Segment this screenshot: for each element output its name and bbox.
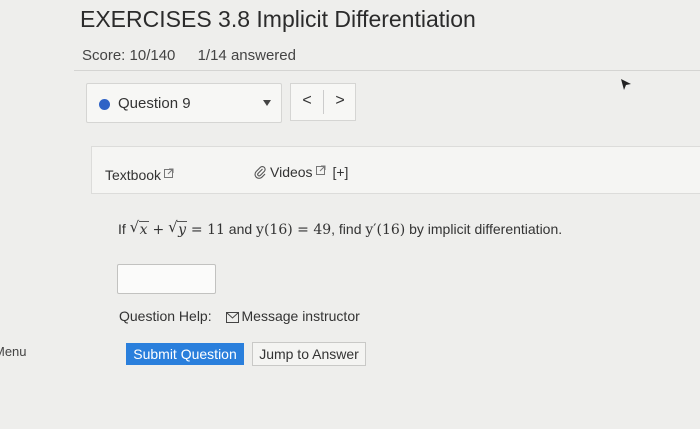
sqrt-x: √ x <box>129 218 149 238</box>
menu-label: Menu <box>0 344 27 359</box>
textbook-link[interactable]: Textbook <box>105 167 174 183</box>
external-link-icon <box>315 165 326 175</box>
score-line: Score: 10/140 1/14 answered <box>82 47 296 64</box>
problem-text-rest: by implicit differentiation. <box>409 221 563 237</box>
answered-count: 1/14 answered <box>197 47 296 64</box>
menu-tab[interactable]: Menu <box>0 344 27 359</box>
problem-text-find: , find <box>331 221 362 237</box>
problem-text-if: If <box>118 221 126 237</box>
previous-question-button[interactable]: < <box>291 84 323 120</box>
submit-question-button[interactable]: Submit Question <box>126 343 244 365</box>
videos-link-label: Videos <box>270 164 313 180</box>
answer-input[interactable] <box>117 264 216 294</box>
videos-link[interactable]: Videos [+] <box>254 164 348 180</box>
sqrt-x-var: x <box>138 221 149 238</box>
chevron-down-icon <box>263 100 271 106</box>
paperclip-icon <box>254 166 266 179</box>
external-link-icon <box>164 168 174 178</box>
initial-condition: y(16) = 49 <box>256 222 332 238</box>
score-text: Score: 10/140 <box>82 47 176 64</box>
problem-text-and: and <box>228 221 253 237</box>
question-help-row: Question Help: Message instructor <box>119 308 360 324</box>
question-help-label: Question Help: <box>119 308 212 324</box>
header-divider <box>74 70 700 71</box>
problem-statement: If √ x + √ y = 11 and y(16) = 49, find y′(… <box>118 218 563 238</box>
equals-eleven: = 11 <box>190 222 225 238</box>
envelope-icon <box>225 312 239 323</box>
resources-panel: Textbook Videos [+] <box>91 146 700 194</box>
plus-sign: + <box>152 222 165 238</box>
mouse-cursor-icon <box>621 79 631 90</box>
target-derivative: y′(16) <box>365 222 406 238</box>
question-select[interactable]: Question 9 <box>86 83 282 123</box>
message-instructor-link[interactable]: Message instructor <box>242 308 360 324</box>
sqrt-y-var: y <box>177 221 188 238</box>
next-question-button[interactable]: > <box>324 84 356 120</box>
sqrt-y: √ y <box>168 218 188 238</box>
page-title: EXERCISES 3.8 Implicit Differentiation <box>80 6 476 32</box>
videos-expand-toggle[interactable]: [+] <box>332 164 348 180</box>
textbook-link-label: Textbook <box>105 167 162 183</box>
question-status-dot-icon <box>99 99 110 110</box>
question-select-label: Question 9 <box>118 95 191 112</box>
question-nav-group: < > <box>290 83 356 121</box>
jump-to-answer-button[interactable]: Jump to Answer <box>252 342 366 366</box>
